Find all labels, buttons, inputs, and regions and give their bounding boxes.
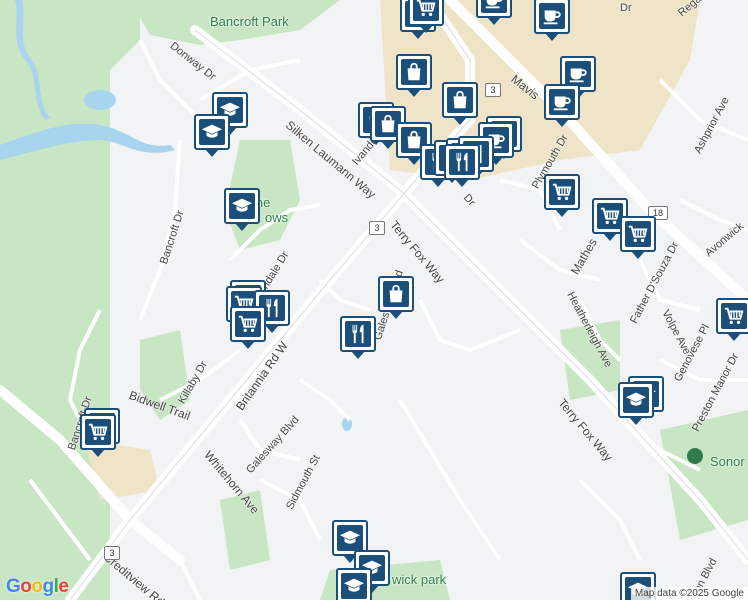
google-logo: Google xyxy=(6,576,69,598)
shopping-cart-pin[interactable] xyxy=(408,0,444,33)
map-attribution[interactable]: Map data ©2025 Google xyxy=(630,587,748,600)
route-shield: 3 xyxy=(369,221,385,235)
route-shield: 3 xyxy=(104,546,120,560)
park-label-sonor: Sonor xyxy=(710,454,745,469)
shopping-bag-pin[interactable] xyxy=(396,54,432,97)
restaurant-pin[interactable] xyxy=(444,144,480,187)
school-pin[interactable] xyxy=(336,568,372,600)
park-label-sherburne-2: ows xyxy=(265,210,289,225)
shopping-cart-icon xyxy=(721,303,747,329)
shopping-bag-pin[interactable] xyxy=(442,82,478,125)
graduation-cap-icon xyxy=(199,119,225,145)
graduation-cap-icon xyxy=(623,387,649,413)
shopping-cart-icon xyxy=(85,419,111,445)
map-canvas[interactable]: Bancroft Park S urne ows wick park Sonor… xyxy=(0,0,748,600)
graduation-cap-icon xyxy=(341,573,367,599)
graduation-cap-icon xyxy=(229,193,255,219)
shopping-cart-pin[interactable] xyxy=(230,306,266,349)
shopping-cart-pin[interactable] xyxy=(80,414,116,457)
map-base-layer xyxy=(0,0,748,600)
cafe-pin[interactable] xyxy=(534,0,570,41)
coffee-cup-icon xyxy=(539,3,565,29)
graduation-cap-icon xyxy=(337,525,363,551)
shopping-cart-pin[interactable] xyxy=(544,174,580,217)
shopping-cart-pin[interactable] xyxy=(716,298,748,341)
road-label: Dr xyxy=(620,2,632,14)
shopping-cart-icon xyxy=(413,0,439,21)
cafe-pin[interactable] xyxy=(544,84,580,127)
pond xyxy=(84,90,116,110)
google-logo-text: Google xyxy=(6,576,69,597)
park-label-wick: wick park xyxy=(392,572,447,587)
shopping-bag-icon xyxy=(447,87,473,113)
school-pin[interactable] xyxy=(224,188,260,231)
school-pin[interactable] xyxy=(618,382,654,425)
shopping-cart-icon xyxy=(549,179,575,205)
fork-knife-icon xyxy=(345,321,371,347)
cafe-pin[interactable] xyxy=(476,0,512,25)
shopping-cart-icon xyxy=(235,311,261,337)
coffee-cup-icon xyxy=(481,0,507,13)
park-tree-icon xyxy=(687,448,703,464)
route-shield: 3 xyxy=(485,83,501,97)
shopping-bag-icon xyxy=(401,59,427,85)
park-label-bancroft: Bancroft Park xyxy=(210,14,289,29)
shopping-cart-pin[interactable] xyxy=(620,216,656,259)
shopping-cart-icon xyxy=(625,221,651,247)
school-pin[interactable] xyxy=(194,114,230,157)
fork-knife-icon xyxy=(449,149,475,175)
shopping-bag-icon xyxy=(383,281,409,307)
shopping-bag-pin[interactable] xyxy=(378,276,414,319)
coffee-cup-icon xyxy=(549,89,575,115)
restaurant-pin[interactable] xyxy=(340,316,376,359)
